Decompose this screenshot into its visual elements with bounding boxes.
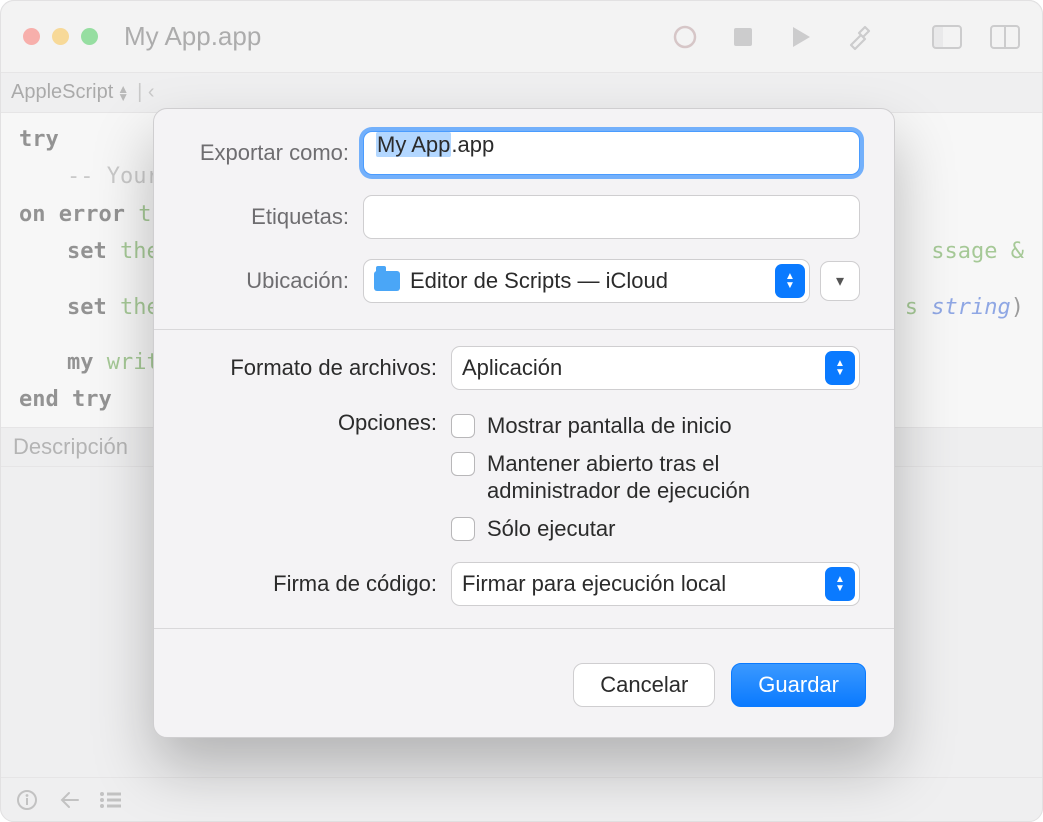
export-dialog: Exportar como: My App.app Etiquetas: Ubi… [153,108,895,738]
expand-location-button[interactable]: ▾ [820,261,860,301]
nav-divider: | ‹ [137,81,154,104]
option-stay-open-row[interactable]: Mantener abierto tras el administrador d… [451,450,817,505]
checkbox-show-start[interactable] [451,414,475,438]
dialog-divider-top [154,329,894,330]
folder-icon [374,271,400,291]
file-format-value: Aplicación [462,355,562,381]
popup-stepper-icon: ▲▼ [825,567,855,601]
code-sign-value: Firmar para ejecución local [462,571,726,597]
export-as-selection: My App [376,132,451,157]
zoom-window-button[interactable] [81,28,98,45]
language-bar: AppleScript ▲▼ | ‹ [1,73,1042,113]
checkbox-run-only[interactable] [451,517,475,541]
play-icon[interactable] [786,22,816,52]
sidebar-right-icon[interactable] [990,22,1020,52]
checkbox-show-start-label: Mostrar pantalla de inicio [487,412,732,440]
popup-stepper-icon: ▲▼ [775,264,805,298]
language-selector[interactable]: AppleScript ▲▼ [11,81,129,104]
code-sign-label: Firma de código: [188,571,451,597]
sidebar-left-icon[interactable] [932,22,962,52]
traffic-lights [23,28,98,45]
tags-input[interactable] [363,195,860,239]
info-icon[interactable] [13,786,41,814]
cancel-button[interactable]: Cancelar [573,663,715,707]
close-window-button[interactable] [23,28,40,45]
chevron-updown-icon: ▲▼ [117,85,129,101]
option-show-start-row[interactable]: Mostrar pantalla de inicio [451,412,817,440]
language-label: AppleScript [11,81,113,104]
dialog-divider-bottom [154,628,894,629]
code-sign-popup[interactable]: Firmar para ejecución local ▲▼ [451,562,860,606]
list-icon[interactable] [97,786,125,814]
tags-label: Etiquetas: [188,204,363,230]
hammer-icon[interactable] [844,22,874,52]
location-popup[interactable]: Editor de Scripts — iCloud ▲▼ [363,259,810,303]
chevron-down-icon: ▾ [836,271,844,291]
location-label: Ubicación: [188,268,363,294]
file-format-popup[interactable]: Aplicación ▲▼ [451,346,860,390]
export-as-input[interactable]: My App.app [363,131,860,175]
back-arrow-icon[interactable] [55,786,83,814]
location-value: Editor de Scripts — iCloud [410,268,668,294]
minimize-window-button[interactable] [52,28,69,45]
options-label: Opciones: [188,410,451,436]
stop-icon[interactable] [728,22,758,52]
window-title: My App.app [124,21,261,52]
checkbox-run-only-label: Sólo ejecutar [487,515,615,543]
bottom-status-bar [1,777,1042,821]
checkbox-stay-open-label: Mantener abierto tras el administrador d… [487,450,817,505]
file-format-label: Formato de archivos: [188,355,451,381]
option-run-only-row[interactable]: Sólo ejecutar [451,515,817,543]
titlebar: My App.app [1,1,1042,73]
record-icon[interactable] [670,22,700,52]
dialog-button-row: Cancelar Guardar [154,645,894,729]
description-label: Descripción [13,434,128,459]
toolbar [670,22,1020,52]
save-button[interactable]: Guardar [731,663,866,707]
popup-stepper-icon: ▲▼ [825,351,855,385]
export-as-label: Exportar como: [188,140,363,166]
export-as-rest: .app [451,132,494,157]
checkbox-stay-open[interactable] [451,452,475,476]
